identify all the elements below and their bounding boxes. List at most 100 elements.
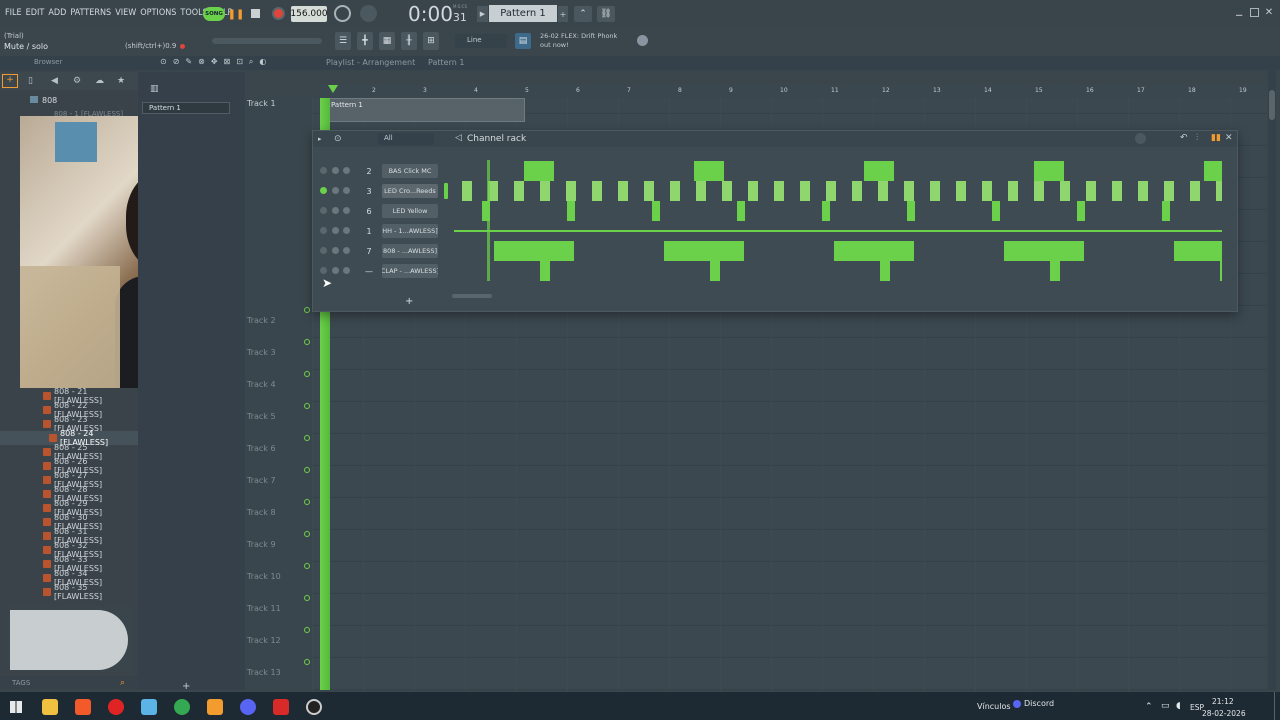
channel-name-button[interactable]: CLAP - ...AWLESS] — [382, 264, 438, 278]
browser-star-icon[interactable]: ★ — [117, 76, 125, 86]
channel-pan-knob[interactable] — [332, 227, 339, 234]
channel-pianoroll-preview[interactable] — [454, 241, 1222, 261]
channel-filter-dropdown[interactable]: All — [378, 133, 434, 145]
channel-rack-undo-icon[interactable]: ↶ — [1180, 133, 1188, 143]
channel-pan-knob[interactable] — [332, 247, 339, 254]
search-icon[interactable]: ⌕ — [120, 678, 125, 688]
channel-mixer-number[interactable]: 7 — [360, 244, 378, 258]
taskbar-discord[interactable]: Discord — [1024, 699, 1054, 708]
channel-select-indicator[interactable] — [444, 183, 448, 199]
playlist-scrollbar-thumb[interactable] — [1269, 90, 1275, 120]
playlist-icon[interactable]: ☰ — [335, 32, 351, 50]
pattern-list-add-button[interactable]: + — [182, 681, 190, 692]
menu-add[interactable]: ADD — [48, 8, 66, 18]
channel-rack-menu-arrow[interactable]: ▸ — [318, 135, 322, 143]
pattern-prev-arrow[interactable]: ▶ — [477, 6, 488, 22]
menu-patterns[interactable]: PATTERNS — [70, 8, 111, 18]
channel-rack-scroll[interactable] — [452, 294, 492, 298]
channel-mute-dot[interactable] — [320, 227, 327, 234]
browser-item[interactable]: 808 - 35 [FLAWLESS] — [0, 583, 138, 601]
taskbar-vinculos[interactable]: Vínculos — [977, 702, 1011, 711]
track-mute-dot[interactable] — [304, 339, 310, 345]
channel-mute-dot[interactable] — [320, 207, 327, 214]
channel-mute-dot[interactable] — [320, 187, 327, 194]
pattern-list-item[interactable]: Pattern 1 — [142, 102, 230, 114]
menu-file[interactable]: FILE — [5, 8, 22, 18]
track-mute-dot[interactable] — [304, 371, 310, 377]
close-button[interactable]: ✕ — [1263, 6, 1275, 18]
channel-volume-knob[interactable] — [343, 267, 350, 274]
channel-name-button[interactable]: LED Yellow — [382, 204, 438, 218]
channel-mute-dot[interactable] — [320, 167, 327, 174]
minimize-button[interactable]: ▁ — [1236, 7, 1246, 17]
channel-pan-knob[interactable] — [332, 167, 339, 174]
channel-mixer-number[interactable]: 6 — [360, 204, 378, 218]
channel-pianoroll-preview[interactable] — [454, 221, 1222, 241]
news-settings-icon[interactable] — [637, 35, 648, 46]
track-mute-dot[interactable] — [304, 435, 310, 441]
channel-mixer-number[interactable]: 3 — [360, 184, 378, 198]
fl-studio-icon[interactable] — [207, 699, 223, 715]
channel-volume-knob[interactable] — [343, 247, 350, 254]
obs-icon[interactable] — [306, 699, 322, 715]
news-icon[interactable]: ▤ — [515, 33, 531, 49]
recorder-icon[interactable] — [273, 699, 289, 715]
playlist-scrollbar[interactable] — [1268, 70, 1276, 690]
track-mute-dot[interactable] — [304, 531, 310, 537]
channel-volume-knob[interactable] — [343, 187, 350, 194]
brave-icon[interactable] — [75, 699, 91, 715]
channel-rack-options-icon[interactable]: ⊙ — [334, 134, 342, 144]
browser-file-icon[interactable]: ▯ — [28, 76, 33, 86]
tags-label[interactable]: TAGS — [12, 679, 30, 687]
track-label[interactable]: Track 7 — [247, 476, 276, 485]
show-desktop-strip[interactable] — [1274, 692, 1275, 720]
channel-rack-graph-icon[interactable]: ⫶ — [1196, 133, 1198, 143]
taskbar-discord-icon[interactable] — [1013, 700, 1021, 708]
news-line2[interactable]: out now! — [540, 41, 569, 49]
channel-pianoroll-preview[interactable] — [454, 181, 1222, 201]
channel-pianoroll-preview[interactable] — [454, 201, 1222, 221]
youtube-icon[interactable] — [108, 699, 124, 715]
channel-pan-knob[interactable] — [332, 207, 339, 214]
track-label[interactable]: Track 6 — [247, 444, 276, 453]
channel-rack-close-icon[interactable]: ✕ — [1225, 133, 1233, 143]
tray-chevron-icon[interactable]: ⌃ — [1145, 702, 1153, 712]
pattern-list-icon[interactable]: ▥ — [150, 84, 159, 94]
snap-selector[interactable]: Line — [455, 34, 507, 48]
channel-mute-dot[interactable] — [320, 247, 327, 254]
track-mute-dot[interactable] — [304, 563, 310, 569]
tempo-display[interactable]: 156.000 — [290, 6, 328, 22]
channel-pianoroll-preview[interactable] — [454, 161, 1222, 181]
menu-edit[interactable]: EDIT — [26, 8, 45, 18]
track-label[interactable]: Track 4 — [247, 380, 276, 389]
menu-view[interactable]: VIEW — [115, 8, 136, 18]
mixer-icon[interactable]: ╫ — [401, 32, 417, 50]
channel-name-button[interactable]: 808 - ...AWLESS] — [382, 244, 438, 258]
track-label[interactable]: Track 9 — [247, 540, 276, 549]
chrome-icon[interactable] — [174, 699, 190, 715]
track-mute-dot[interactable] — [304, 467, 310, 473]
channel-mixer-number[interactable]: 2 — [360, 164, 378, 178]
track-label[interactable]: Track 8 — [247, 508, 276, 517]
track-label[interactable]: Track 12 — [247, 636, 281, 645]
channel-volume-knob[interactable] — [343, 167, 350, 174]
taskbar-lang[interactable]: ESP — [1180, 703, 1204, 712]
track-label[interactable]: Track 11 — [247, 604, 281, 613]
track-label[interactable]: Track 3 — [247, 348, 276, 357]
pattern-selector[interactable]: Pattern 1 — [489, 5, 557, 22]
channel-pan-knob[interactable] — [332, 267, 339, 274]
track-mute-dot[interactable] — [304, 499, 310, 505]
snap-icon[interactable]: ⌃ — [574, 6, 592, 22]
track-mute-dot[interactable] — [304, 595, 310, 601]
channel-volume-knob[interactable] — [343, 207, 350, 214]
browser-gear-icon[interactable]: ⚙ — [73, 76, 81, 86]
channel-volume-knob[interactable] — [343, 227, 350, 234]
channel-mute-dot[interactable] — [320, 267, 327, 274]
browser-folder-808[interactable]: 808 — [30, 96, 57, 105]
maximize-button[interactable] — [1250, 8, 1259, 17]
track-mute-dot[interactable] — [304, 403, 310, 409]
track-mute-dot[interactable] — [304, 307, 310, 313]
play-button[interactable]: ❚❚ — [228, 6, 245, 22]
plugin-icon[interactable]: ⊞ — [423, 32, 439, 50]
track-mute-dot[interactable] — [304, 627, 310, 633]
